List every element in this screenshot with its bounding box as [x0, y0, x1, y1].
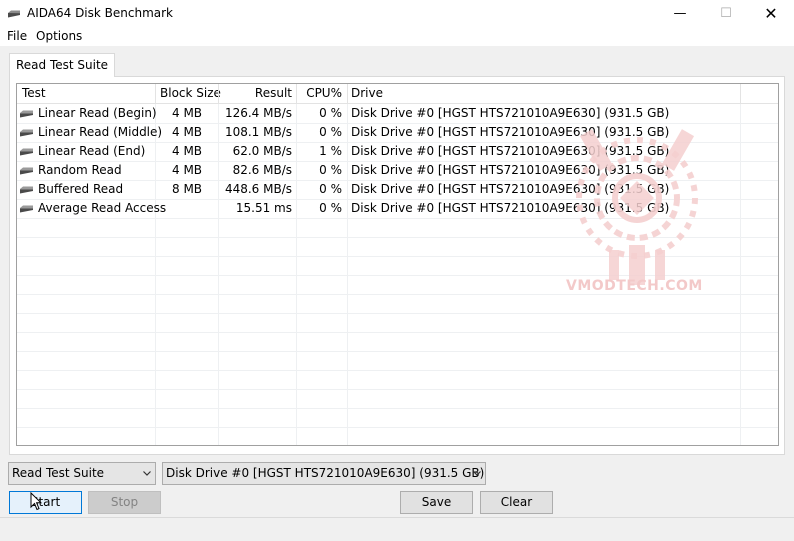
tab-read-test-suite[interactable]: Read Test Suite	[9, 53, 116, 77]
row-divider	[17, 408, 778, 409]
cell-test: Linear Read (End)	[38, 144, 146, 158]
cell-result: 15.51 ms	[235, 201, 292, 215]
cell-block-size: 4 MB	[172, 163, 203, 177]
disk-icon	[20, 110, 33, 118]
cell-drive: Disk Drive #0 [HGST HTS721010A9E630] (93…	[351, 163, 670, 177]
close-button[interactable]: ✕	[748, 0, 794, 28]
cell-drive: Disk Drive #0 [HGST HTS721010A9E630] (93…	[351, 144, 670, 158]
row-divider	[17, 351, 778, 352]
table-row[interactable]: Linear Read (Begin) 4 MB 126.4 MB/s 0 % …	[17, 104, 778, 123]
menu-options[interactable]: Options	[36, 28, 82, 44]
row-divider	[17, 275, 778, 276]
cell-cpu: 0 %	[319, 163, 342, 177]
cell-cpu: 0 %	[319, 201, 342, 215]
disk-icon	[20, 205, 33, 213]
title-bar: AIDA64 Disk Benchmark — ☐ ✕	[0, 0, 794, 28]
row-divider	[17, 256, 778, 257]
cell-test: Average Read Access	[38, 201, 167, 215]
cell-result: 62.0 MB/s	[232, 144, 292, 158]
test-suite-select-value: Read Test Suite	[12, 466, 105, 480]
results-table[interactable]: Test Block Size Result CPU% Drive Linear…	[16, 83, 779, 446]
cell-test: Linear Read (Middle)	[38, 125, 163, 139]
row-divider	[17, 370, 778, 371]
stop-button[interactable]: Stop	[88, 491, 161, 514]
mouse-cursor-icon	[30, 492, 42, 511]
clear-button[interactable]: Clear	[480, 491, 553, 514]
cell-block-size: 4 MB	[172, 144, 203, 158]
save-button[interactable]: Save	[400, 491, 473, 514]
header-cpu[interactable]: CPU%	[297, 84, 342, 104]
row-divider	[17, 313, 778, 314]
menu-bar: File Options	[0, 28, 794, 46]
cell-cpu: 1 %	[319, 144, 342, 158]
cell-drive: Disk Drive #0 [HGST HTS721010A9E630] (93…	[351, 201, 670, 215]
header-separator	[155, 84, 156, 104]
row-divider	[17, 332, 778, 333]
cell-drive: Disk Drive #0 [HGST HTS721010A9E630] (93…	[351, 106, 670, 120]
cell-block-size: 4 MB	[172, 106, 203, 120]
cell-test: Buffered Read	[38, 182, 124, 196]
row-divider	[17, 389, 778, 390]
row-divider	[17, 218, 778, 219]
window-title: AIDA64 Disk Benchmark	[27, 6, 174, 20]
status-bar	[0, 517, 794, 541]
disk-icon	[20, 129, 33, 137]
table-row[interactable]: Random Read 4 MB 82.6 MB/s 0 % Disk Driv…	[17, 161, 778, 180]
table-row[interactable]: Average Read Access 15.51 ms 0 % Disk Dr…	[17, 199, 778, 218]
table-row[interactable]: Buffered Read 8 MB 448.6 MB/s 0 % Disk D…	[17, 180, 778, 199]
drive-select-value: Disk Drive #0 [HGST HTS721010A9E630] (93…	[166, 466, 485, 480]
cell-drive: Disk Drive #0 [HGST HTS721010A9E630] (93…	[351, 125, 670, 139]
cell-result: 108.1 MB/s	[224, 125, 292, 139]
row-divider	[17, 427, 778, 428]
row-divider	[17, 294, 778, 295]
cell-drive: Disk Drive #0 [HGST HTS721010A9E630] (93…	[351, 182, 670, 196]
cell-cpu: 0 %	[319, 125, 342, 139]
watermark-text: VMODTECH.COM	[566, 278, 703, 294]
cell-block-size: 8 MB	[172, 182, 203, 196]
table-row[interactable]: Linear Read (End) 4 MB 62.0 MB/s 1 % Dis…	[17, 142, 778, 161]
test-suite-select[interactable]: Read Test Suite	[8, 462, 156, 485]
disk-icon	[20, 186, 33, 194]
cell-result: 126.4 MB/s	[224, 106, 292, 120]
start-button[interactable]: Start	[9, 491, 82, 514]
disk-icon	[20, 148, 33, 156]
header-block-size[interactable]: Block Size	[160, 84, 221, 104]
cell-result: 82.6 MB/s	[232, 163, 292, 177]
disk-icon	[20, 167, 33, 175]
table-header: Test Block Size Result CPU% Drive	[17, 84, 778, 104]
minimize-button[interactable]: —	[657, 0, 703, 28]
cell-cpu: 0 %	[319, 182, 342, 196]
chevron-down-icon	[473, 471, 481, 476]
row-divider	[17, 237, 778, 238]
header-result[interactable]: Result	[219, 84, 292, 104]
header-separator	[218, 84, 219, 104]
cell-test: Random Read	[38, 163, 122, 177]
table-row[interactable]: Linear Read (Middle) 4 MB 108.1 MB/s 0 %…	[17, 123, 778, 142]
chevron-down-icon	[143, 471, 151, 476]
header-separator	[347, 84, 348, 104]
cell-test: Linear Read (Begin)	[38, 106, 157, 120]
cell-block-size: 4 MB	[172, 125, 203, 139]
cell-cpu: 0 %	[319, 106, 342, 120]
header-test[interactable]: Test	[22, 84, 46, 104]
maximize-button[interactable]: ☐	[703, 0, 749, 28]
header-separator	[296, 84, 297, 104]
disk-icon	[8, 10, 20, 18]
drive-select[interactable]: Disk Drive #0 [HGST HTS721010A9E630] (93…	[162, 462, 486, 485]
header-drive[interactable]: Drive	[351, 84, 383, 104]
cell-result: 448.6 MB/s	[224, 182, 292, 196]
header-separator	[740, 84, 741, 104]
menu-file[interactable]: File	[7, 28, 27, 44]
